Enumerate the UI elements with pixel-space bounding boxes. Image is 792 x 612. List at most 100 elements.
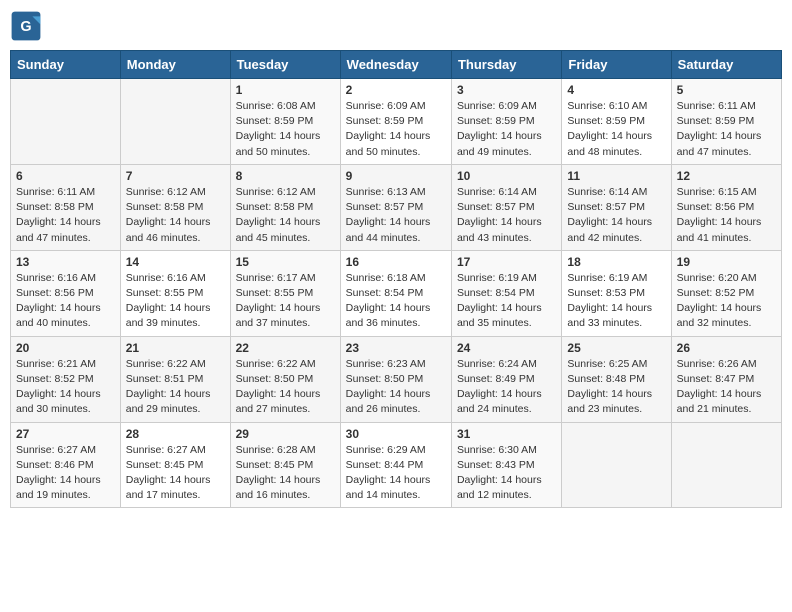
day-number: 11: [567, 169, 665, 183]
day-cell: 5 Sunrise: 6:11 AM Sunset: 8:59 PM Daylig…: [671, 79, 781, 165]
day-cell: 17 Sunrise: 6:19 AM Sunset: 8:54 PM Dayli…: [451, 250, 561, 336]
day-number: 9: [346, 169, 446, 183]
day-info: Sunrise: 6:09 AM Sunset: 8:59 PM Dayligh…: [457, 99, 556, 160]
calendar-header-row: SundayMondayTuesdayWednesdayThursdayFrid…: [11, 51, 782, 79]
col-header-sunday: Sunday: [11, 51, 121, 79]
day-number: 25: [567, 341, 665, 355]
day-number: 22: [236, 341, 335, 355]
day-number: 13: [16, 255, 115, 269]
day-info: Sunrise: 6:19 AM Sunset: 8:53 PM Dayligh…: [567, 271, 665, 332]
day-cell: 13 Sunrise: 6:16 AM Sunset: 8:56 PM Dayli…: [11, 250, 121, 336]
day-cell: 3 Sunrise: 6:09 AM Sunset: 8:59 PM Daylig…: [451, 79, 561, 165]
day-cell: 10 Sunrise: 6:14 AM Sunset: 8:57 PM Dayli…: [451, 164, 561, 250]
day-cell: 23 Sunrise: 6:23 AM Sunset: 8:50 PM Dayli…: [340, 336, 451, 422]
day-number: 7: [126, 169, 225, 183]
day-info: Sunrise: 6:27 AM Sunset: 8:45 PM Dayligh…: [126, 443, 225, 504]
day-cell: 8 Sunrise: 6:12 AM Sunset: 8:58 PM Daylig…: [230, 164, 340, 250]
day-number: 17: [457, 255, 556, 269]
day-number: 12: [677, 169, 776, 183]
day-info: Sunrise: 6:12 AM Sunset: 8:58 PM Dayligh…: [126, 185, 225, 246]
day-cell: 11 Sunrise: 6:14 AM Sunset: 8:57 PM Dayli…: [562, 164, 671, 250]
col-header-wednesday: Wednesday: [340, 51, 451, 79]
day-info: Sunrise: 6:09 AM Sunset: 8:59 PM Dayligh…: [346, 99, 446, 160]
day-cell: 18Sunrise: 6:19 AM Sunset: 8:53 PM Dayli…: [562, 250, 671, 336]
day-number: 15: [236, 255, 335, 269]
day-info: Sunrise: 6:26 AM Sunset: 8:47 PM Dayligh…: [677, 357, 776, 418]
day-cell: 21 Sunrise: 6:22 AM Sunset: 8:51 PM Dayli…: [120, 336, 230, 422]
day-info: Sunrise: 6:29 AM Sunset: 8:44 PM Dayligh…: [346, 443, 446, 504]
day-info: Sunrise: 6:27 AM Sunset: 8:46 PM Dayligh…: [16, 443, 115, 504]
col-header-saturday: Saturday: [671, 51, 781, 79]
week-row-1: 1 Sunrise: 6:08 AM Sunset: 8:59 PM Daylig…: [11, 79, 782, 165]
day-info: Sunrise: 6:22 AM Sunset: 8:50 PM Dayligh…: [236, 357, 335, 418]
day-number: 2: [346, 83, 446, 97]
day-cell: 28 Sunrise: 6:27 AM Sunset: 8:45 PM Dayli…: [120, 422, 230, 508]
day-info: Sunrise: 6:14 AM Sunset: 8:57 PM Dayligh…: [457, 185, 556, 246]
day-number: 23: [346, 341, 446, 355]
day-number: 24: [457, 341, 556, 355]
day-number: 31: [457, 427, 556, 441]
col-header-tuesday: Tuesday: [230, 51, 340, 79]
day-info: Sunrise: 6:16 AM Sunset: 8:55 PM Dayligh…: [126, 271, 225, 332]
day-cell: 31Sunrise: 6:30 AM Sunset: 8:43 PM Dayli…: [451, 422, 561, 508]
day-number: 5: [677, 83, 776, 97]
col-header-monday: Monday: [120, 51, 230, 79]
week-row-2: 6Sunrise: 6:11 AM Sunset: 8:58 PM Daylig…: [11, 164, 782, 250]
day-number: 10: [457, 169, 556, 183]
day-number: 14: [126, 255, 225, 269]
logo-icon: G: [10, 10, 42, 42]
day-cell: 4Sunrise: 6:10 AM Sunset: 8:59 PM Daylig…: [562, 79, 671, 165]
day-cell: 16Sunrise: 6:18 AM Sunset: 8:54 PM Dayli…: [340, 250, 451, 336]
day-cell: [671, 422, 781, 508]
day-number: 21: [126, 341, 225, 355]
day-info: Sunrise: 6:24 AM Sunset: 8:49 PM Dayligh…: [457, 357, 556, 418]
day-info: Sunrise: 6:08 AM Sunset: 8:59 PM Dayligh…: [236, 99, 335, 160]
day-info: Sunrise: 6:17 AM Sunset: 8:55 PM Dayligh…: [236, 271, 335, 332]
day-info: Sunrise: 6:16 AM Sunset: 8:56 PM Dayligh…: [16, 271, 115, 332]
day-cell: [120, 79, 230, 165]
day-info: Sunrise: 6:14 AM Sunset: 8:57 PM Dayligh…: [567, 185, 665, 246]
day-info: Sunrise: 6:19 AM Sunset: 8:54 PM Dayligh…: [457, 271, 556, 332]
day-cell: 2 Sunrise: 6:09 AM Sunset: 8:59 PM Daylig…: [340, 79, 451, 165]
day-cell: 25Sunrise: 6:25 AM Sunset: 8:48 PM Dayli…: [562, 336, 671, 422]
day-info: Sunrise: 6:11 AM Sunset: 8:58 PM Dayligh…: [16, 185, 115, 246]
week-row-4: 20 Sunrise: 6:21 AM Sunset: 8:52 PM Dayli…: [11, 336, 782, 422]
day-cell: 30 Sunrise: 6:29 AM Sunset: 8:44 PM Dayli…: [340, 422, 451, 508]
day-number: 8: [236, 169, 335, 183]
col-header-thursday: Thursday: [451, 51, 561, 79]
day-info: Sunrise: 6:28 AM Sunset: 8:45 PM Dayligh…: [236, 443, 335, 504]
week-row-5: 27 Sunrise: 6:27 AM Sunset: 8:46 PM Dayli…: [11, 422, 782, 508]
day-cell: 19Sunrise: 6:20 AM Sunset: 8:52 PM Dayli…: [671, 250, 781, 336]
day-number: 3: [457, 83, 556, 97]
day-number: 19: [677, 255, 776, 269]
day-number: 4: [567, 83, 665, 97]
day-cell: [562, 422, 671, 508]
day-info: Sunrise: 6:18 AM Sunset: 8:54 PM Dayligh…: [346, 271, 446, 332]
col-header-friday: Friday: [562, 51, 671, 79]
day-number: 29: [236, 427, 335, 441]
day-cell: 26 Sunrise: 6:26 AM Sunset: 8:47 PM Dayli…: [671, 336, 781, 422]
day-cell: 15 Sunrise: 6:17 AM Sunset: 8:55 PM Dayli…: [230, 250, 340, 336]
day-cell: 12 Sunrise: 6:15 AM Sunset: 8:56 PM Dayli…: [671, 164, 781, 250]
day-number: 30: [346, 427, 446, 441]
calendar-table: SundayMondayTuesdayWednesdayThursdayFrid…: [10, 50, 782, 508]
day-cell: 1 Sunrise: 6:08 AM Sunset: 8:59 PM Daylig…: [230, 79, 340, 165]
day-number: 28: [126, 427, 225, 441]
day-info: Sunrise: 6:22 AM Sunset: 8:51 PM Dayligh…: [126, 357, 225, 418]
day-info: Sunrise: 6:11 AM Sunset: 8:59 PM Dayligh…: [677, 99, 776, 160]
day-number: 20: [16, 341, 115, 355]
day-cell: 22 Sunrise: 6:22 AM Sunset: 8:50 PM Dayli…: [230, 336, 340, 422]
day-number: 1: [236, 83, 335, 97]
day-cell: 14 Sunrise: 6:16 AM Sunset: 8:55 PM Dayli…: [120, 250, 230, 336]
day-cell: 9 Sunrise: 6:13 AM Sunset: 8:57 PM Daylig…: [340, 164, 451, 250]
day-cell: 6Sunrise: 6:11 AM Sunset: 8:58 PM Daylig…: [11, 164, 121, 250]
day-cell: 7 Sunrise: 6:12 AM Sunset: 8:58 PM Daylig…: [120, 164, 230, 250]
day-number: 26: [677, 341, 776, 355]
day-info: Sunrise: 6:15 AM Sunset: 8:56 PM Dayligh…: [677, 185, 776, 246]
day-number: 27: [16, 427, 115, 441]
week-row-3: 13 Sunrise: 6:16 AM Sunset: 8:56 PM Dayli…: [11, 250, 782, 336]
day-info: Sunrise: 6:13 AM Sunset: 8:57 PM Dayligh…: [346, 185, 446, 246]
day-info: Sunrise: 6:12 AM Sunset: 8:58 PM Dayligh…: [236, 185, 335, 246]
day-info: Sunrise: 6:23 AM Sunset: 8:50 PM Dayligh…: [346, 357, 446, 418]
day-info: Sunrise: 6:21 AM Sunset: 8:52 PM Dayligh…: [16, 357, 115, 418]
